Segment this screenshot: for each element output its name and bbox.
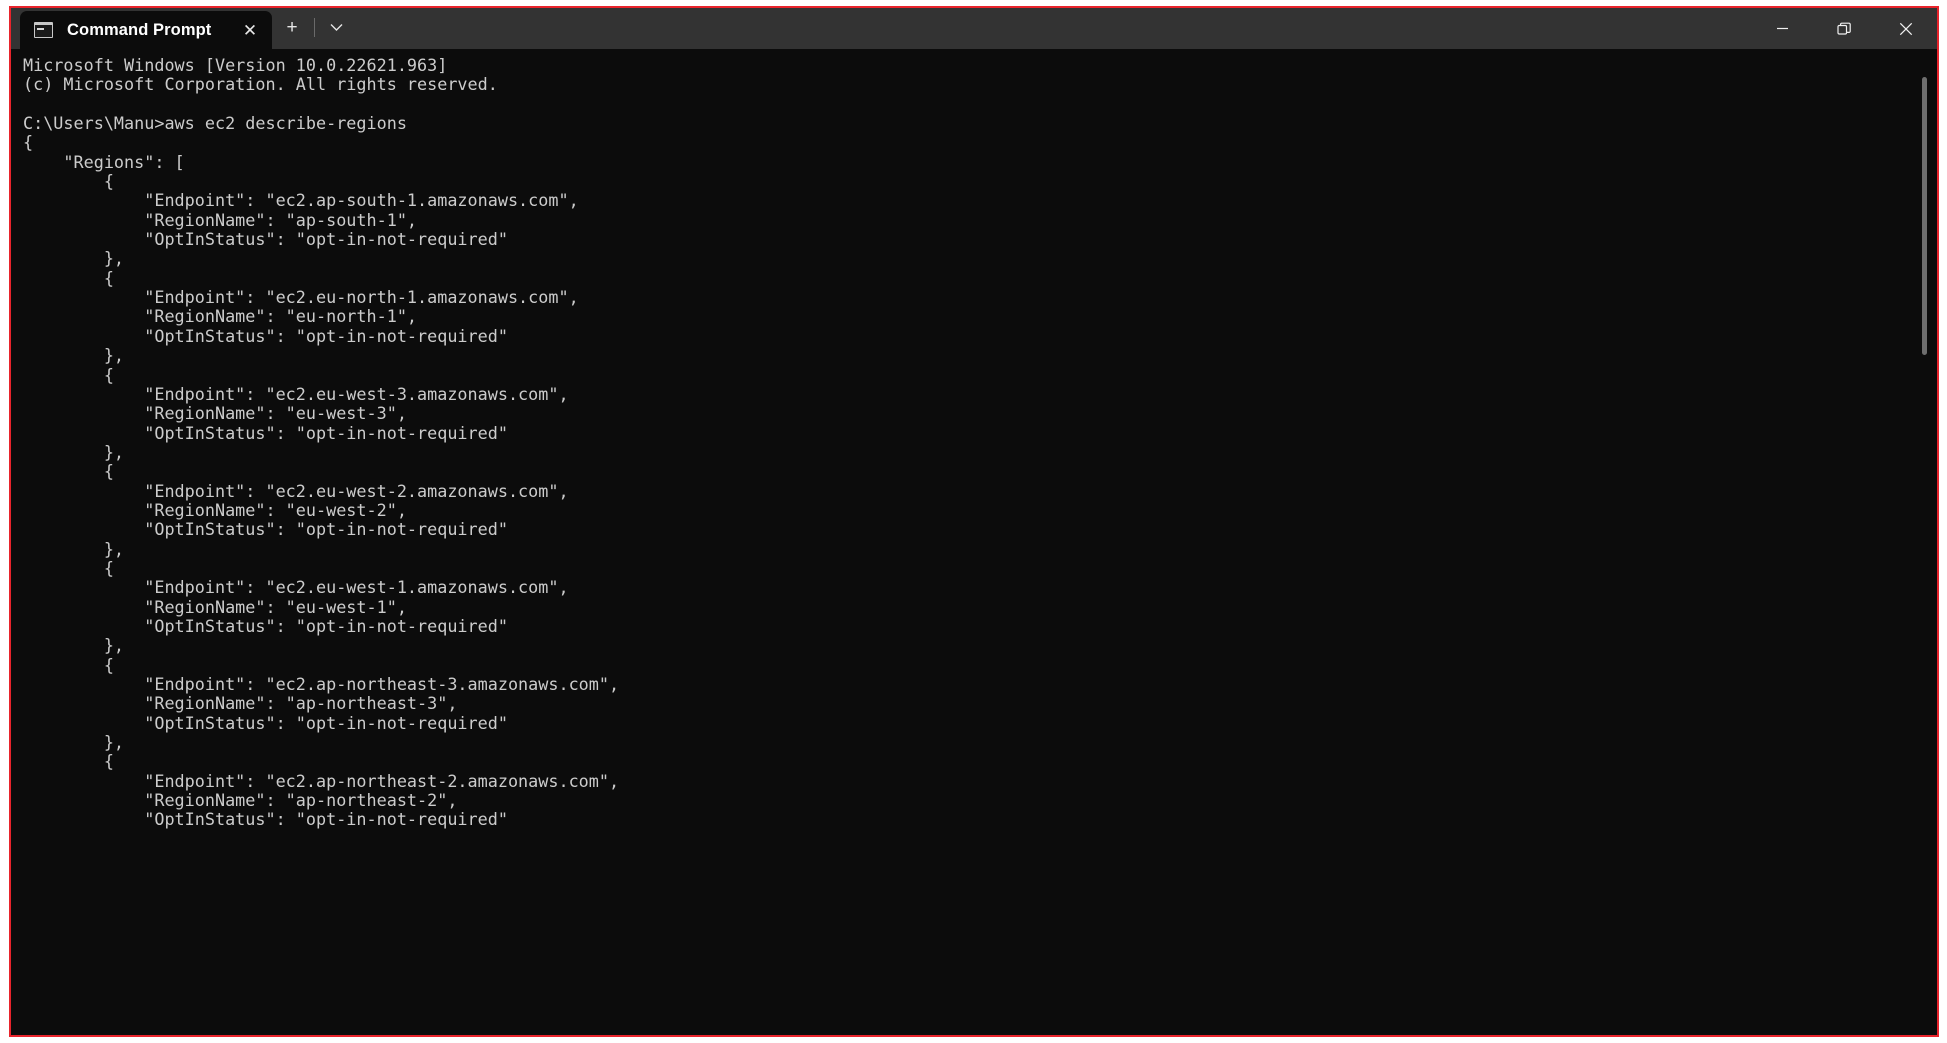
close-tab-icon[interactable]: ✕ — [234, 15, 266, 45]
minimize-icon[interactable] — [1751, 8, 1813, 49]
tab-title: Command Prompt — [67, 20, 212, 39]
restore-icon[interactable] — [1813, 8, 1875, 49]
new-tab-button[interactable]: + — [272, 11, 312, 45]
window-controls — [1751, 8, 1937, 49]
console-output: Microsoft Windows [Version 10.0.22621.96… — [23, 55, 620, 830]
chevron-down-icon[interactable] — [317, 11, 355, 45]
close-window-icon[interactable] — [1875, 8, 1937, 49]
screen: Command Prompt ✕ + Microsoft Windows [Ve… — [0, 0, 1947, 1043]
tab-command-prompt[interactable]: Command Prompt ✕ — [20, 11, 272, 49]
console-icon — [34, 22, 53, 38]
tab-tools: + — [272, 8, 355, 49]
terminal-body[interactable]: Microsoft Windows [Version 10.0.22621.96… — [11, 49, 1937, 1035]
scrollbar[interactable] — [1919, 49, 1931, 1035]
scrollbar-thumb[interactable] — [1922, 77, 1927, 355]
tab-strip: Command Prompt ✕ — [11, 8, 272, 49]
tool-divider — [314, 18, 315, 37]
terminal-window: Command Prompt ✕ + Microsoft Windows [Ve… — [9, 6, 1939, 1037]
title-bar: Command Prompt ✕ + — [11, 8, 1937, 49]
